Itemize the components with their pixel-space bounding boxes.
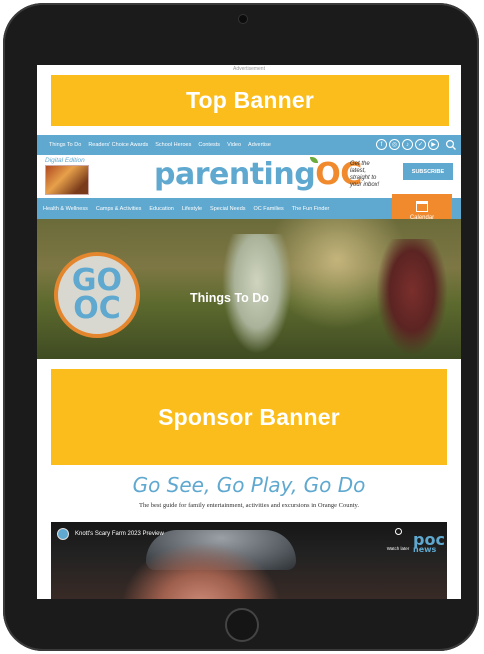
top-nav-advertise[interactable]: Advertise <box>248 142 271 148</box>
top-nav-video[interactable]: Video <box>227 142 241 148</box>
video-title[interactable]: Knott's Scary Farm 2023 Preview <box>75 531 164 537</box>
category-special-needs[interactable]: Special Needs <box>210 206 245 212</box>
twitter-icon[interactable]: ✓ <box>415 139 426 150</box>
facebook-icon[interactable]: f <box>376 139 387 150</box>
hero-image: GO OC Things To Do <box>37 219 461 359</box>
digital-edition-label[interactable]: Digital Edition <box>45 157 85 164</box>
advertisement-label: Advertisement <box>233 66 265 72</box>
category-health-wellness[interactable]: Health & Wellness <box>43 206 88 212</box>
category-oc-families[interactable]: OC Families <box>254 206 284 212</box>
top-nav-bar: Things To Do Readers' Choice Awards Scho… <box>37 135 461 155</box>
home-button[interactable] <box>225 608 259 642</box>
magazine-cover-thumbnail[interactable] <box>45 165 89 195</box>
category-lifestyle[interactable]: Lifestyle <box>182 206 202 212</box>
front-camera <box>239 15 247 23</box>
section-description: The best guide for family entertainment,… <box>139 502 359 509</box>
calendar-icon <box>416 201 428 212</box>
poc-news-logo: poc news <box>413 530 445 554</box>
top-nav-things-to-do[interactable]: Things To Do <box>49 142 81 148</box>
go-oc-logo: GO OC <box>54 252 140 338</box>
go-logo-line2: OC <box>73 291 121 326</box>
hero-child-figure-2 <box>377 239 447 354</box>
sponsor-banner-ad[interactable]: Sponsor Banner <box>51 369 447 465</box>
tiktok-icon[interactable]: ♪ <box>402 139 413 150</box>
subscribe-button[interactable]: SUBSCRIBE <box>403 163 453 180</box>
category-camps-activities[interactable]: Camps & Activities <box>96 206 142 212</box>
top-banner-ad[interactable]: Top Banner <box>51 75 449 126</box>
youtube-icon[interactable]: ▶ <box>428 139 439 150</box>
channel-avatar[interactable] <box>57 528 69 540</box>
category-fun-finder[interactable]: The Fun Finder <box>292 206 330 212</box>
hero-title: Things To Do <box>190 291 269 305</box>
top-nav-school-heroes[interactable]: School Heroes <box>155 142 191 148</box>
top-nav-readers-choice[interactable]: Readers' Choice Awards <box>88 142 148 148</box>
watch-later-button[interactable]: Watch later <box>385 528 411 555</box>
tablet-frame: Advertisement Top Banner Things To Do Re… <box>3 3 479 651</box>
video-player[interactable]: Knott's Scary Farm 2023 Preview Watch la… <box>51 522 447 599</box>
clock-icon <box>394 528 402 535</box>
video-thumbnail-person <box>121 542 281 599</box>
top-nav-contests[interactable]: Contests <box>198 142 220 148</box>
social-links: f ◎ ♪ ✓ ▶ <box>374 139 439 150</box>
tablet-screen: Advertisement Top Banner Things To Do Re… <box>37 65 461 599</box>
newsletter-tagline: Get the latest, straight to your inbox! <box>350 161 380 188</box>
section-heading: Go See, Go Play, Go Do <box>132 473 366 497</box>
parenting-oc-logo[interactable]: parentingOC <box>154 157 362 192</box>
category-education[interactable]: Education <box>149 206 173 212</box>
site-header: Digital Edition parentingOC Get the late… <box>37 155 461 198</box>
search-icon[interactable] <box>445 139 457 151</box>
instagram-icon[interactable]: ◎ <box>389 139 400 150</box>
logo-main-text: parenting <box>154 157 316 192</box>
watch-later-label: Watch later <box>386 546 410 551</box>
